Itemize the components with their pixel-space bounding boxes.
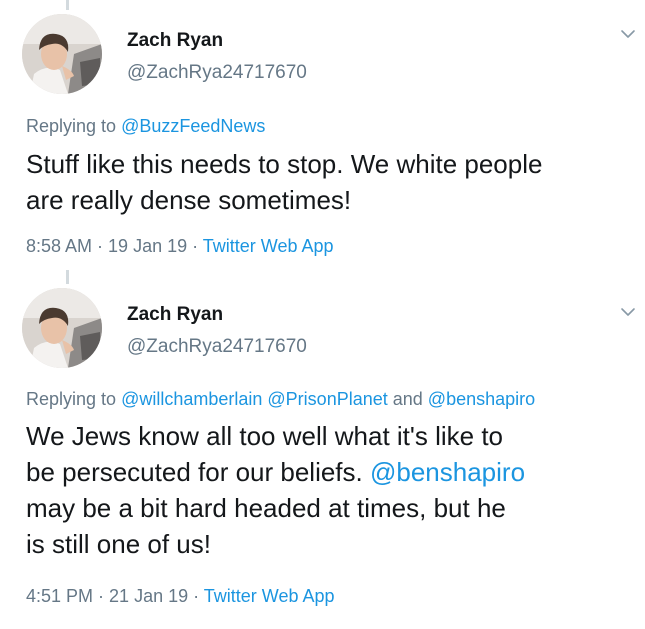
tweet-time[interactable]: 4:51 PM — [26, 586, 93, 606]
author-name[interactable]: Zach Ryan — [127, 304, 223, 326]
tweet-source-link[interactable]: Twitter Web App — [203, 236, 334, 256]
avatar-photo-icon — [22, 288, 102, 368]
author-handle[interactable]: @ZachRya24717670 — [127, 336, 307, 358]
author-handle[interactable]: @ZachRya24717670 — [127, 62, 307, 84]
thread-connector-line — [66, 270, 69, 284]
replying-to: Replying to @willchamberlain @PrisonPlan… — [26, 389, 535, 410]
tweet-text-line: We Jews know all too well what it's like… — [26, 421, 504, 451]
tweet-1[interactable]: Zach Ryan @ZachRya24717670 Replying to @… — [0, 0, 645, 270]
tweet-meta: 8:58 AM · 19 Jan 19 · Twitter Web App — [26, 236, 334, 257]
tweet-time[interactable]: 8:58 AM — [26, 236, 92, 256]
replying-to-label: Replying to — [26, 116, 122, 136]
tweet-2[interactable]: Zach Ryan @ZachRya24717670 Replying to @… — [0, 270, 645, 629]
tweet-text: Stuff like this needs to stop. We white … — [26, 146, 626, 218]
tweet-text-segment: be persecuted for our beliefs. — [26, 457, 370, 487]
tweet-text: We Jews know all too well what it's like… — [26, 418, 616, 562]
replying-to: Replying to @BuzzFeedNews — [26, 116, 265, 137]
reply-mention-link[interactable]: @PrisonPlanet — [267, 389, 387, 409]
tweet-text-line: may be a bit hard headed at times, but h… — [26, 493, 506, 523]
reply-conjunction: and — [387, 389, 428, 409]
meta-separator: · — [93, 586, 110, 606]
tweet-date[interactable]: 21 Jan 19 — [109, 586, 188, 606]
chevron-down-icon[interactable] — [620, 304, 636, 320]
reply-mention-link[interactable]: @benshapiro — [428, 389, 535, 409]
tweet-text-line: Stuff like this needs to stop. We white … — [26, 149, 543, 179]
tweet-meta: 4:51 PM · 21 Jan 19 · Twitter Web App — [26, 586, 335, 607]
reply-mention-link[interactable]: @willchamberlain — [121, 389, 262, 409]
tweet-date[interactable]: 19 Jan 19 — [108, 236, 187, 256]
thread-connector-line — [66, 0, 69, 10]
tweet-text-line: be persecuted for our beliefs. @benshapi… — [26, 454, 616, 490]
author-name[interactable]: Zach Ryan — [127, 30, 223, 52]
tweet-source-link[interactable]: Twitter Web App — [204, 586, 335, 606]
tweet-text-line: are really dense sometimes! — [26, 185, 352, 215]
tweet-text-line: is still one of us! — [26, 529, 211, 559]
avatar-photo-icon — [22, 14, 102, 94]
meta-separator: · — [187, 236, 203, 256]
inline-mention-link[interactable]: @benshapiro — [370, 457, 525, 487]
chevron-down-icon[interactable] — [620, 26, 636, 42]
replying-to-label: Replying to — [26, 389, 122, 409]
avatar[interactable] — [22, 288, 102, 368]
meta-separator: · — [188, 586, 204, 606]
meta-separator: · — [92, 236, 109, 256]
avatar[interactable] — [22, 14, 102, 94]
reply-mention-link[interactable]: @BuzzFeedNews — [121, 116, 265, 136]
